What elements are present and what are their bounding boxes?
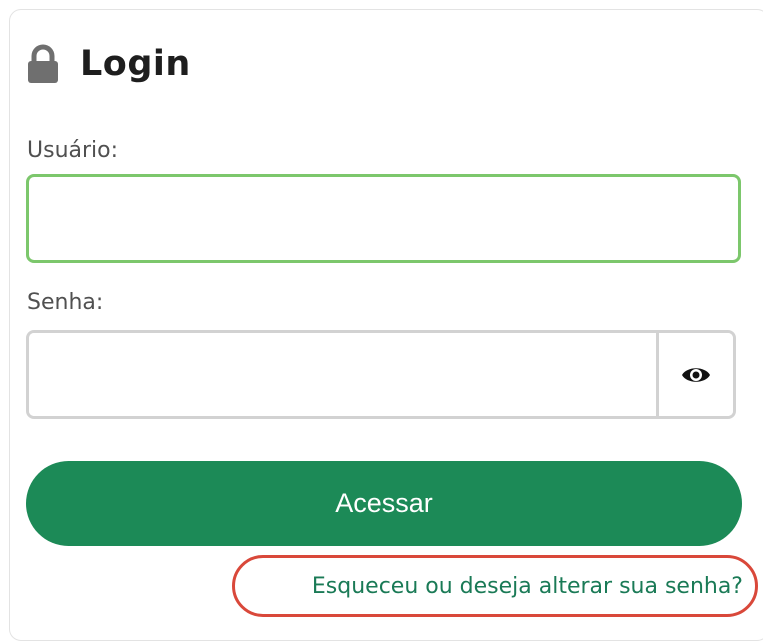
forgot-password-link[interactable]: Esqueceu ou deseja alterar sua senha? [312, 574, 743, 599]
show-password-button[interactable] [656, 333, 733, 416]
login-submit-button[interactable]: Acessar [26, 461, 742, 546]
username-input[interactable] [26, 174, 741, 263]
forgot-password-highlight: Esqueceu ou deseja alterar sua senha? [232, 555, 758, 617]
page-title: Login [80, 44, 191, 84]
eye-icon [682, 367, 710, 382]
username-label: Usuário: [27, 138, 119, 163]
login-header: Login [26, 38, 191, 90]
login-card [9, 9, 763, 641]
password-input[interactable] [29, 333, 656, 416]
password-label: Senha: [27, 290, 104, 315]
password-field-group [26, 330, 736, 419]
lock-icon [28, 44, 58, 83]
login-page: Login Usuário: Senha: Acessar Esqueceu o… [0, 0, 763, 643]
